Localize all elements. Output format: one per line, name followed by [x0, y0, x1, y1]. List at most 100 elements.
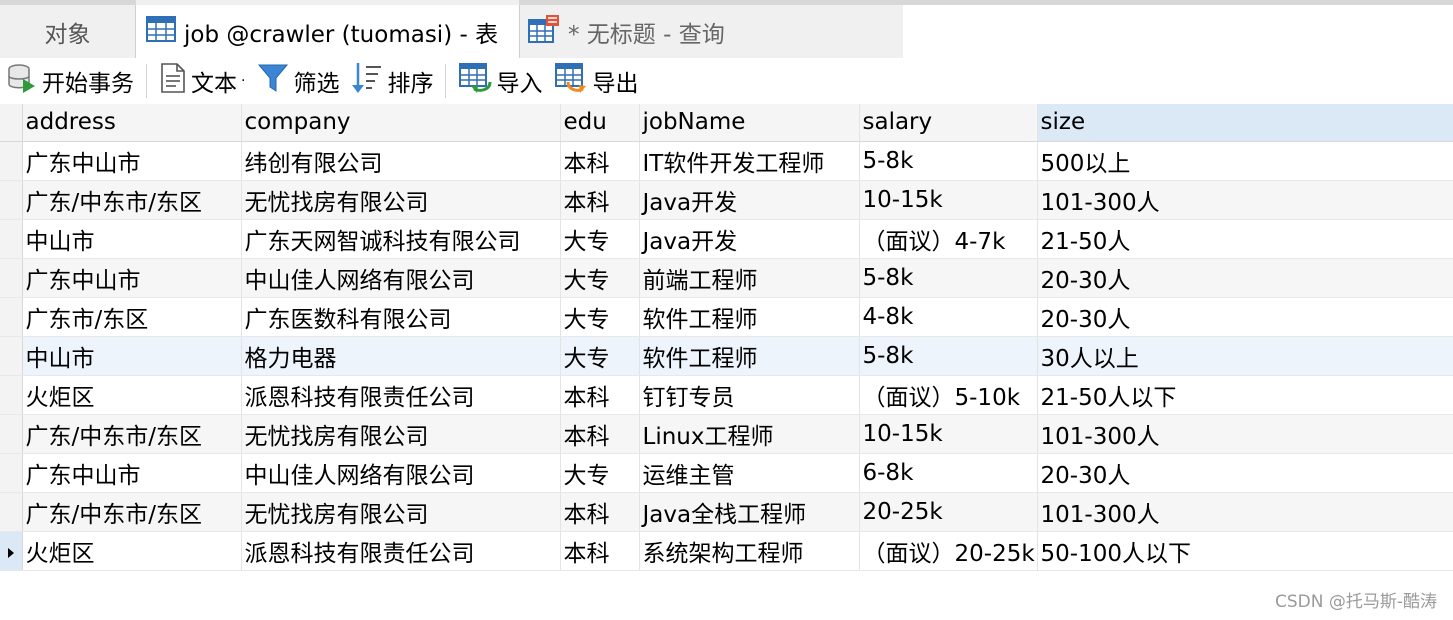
import-button[interactable]: 导入: [452, 58, 548, 104]
tab-objects[interactable]: 对象: [0, 5, 135, 58]
cell-edu[interactable]: 大专: [560, 258, 640, 298]
cell-jobname[interactable]: Linux工程师: [639, 414, 860, 454]
export-button[interactable]: 导出: [548, 58, 644, 104]
cell-address[interactable]: 广东/中东市/东区: [22, 492, 242, 532]
column-header-address[interactable]: address: [22, 104, 242, 142]
row-header[interactable]: [0, 336, 23, 376]
table-row[interactable]: 广东中山市 中山佳人网络有限公司 大专 运维主管 6-8k 20-30人: [0, 453, 1453, 493]
cell-edu[interactable]: 大专: [560, 219, 640, 259]
cell-company[interactable]: 广东医数科有限公司: [241, 297, 561, 337]
cell-salary[interactable]: 10-15k: [859, 414, 1038, 454]
row-header-corner[interactable]: [0, 104, 23, 142]
filter-button[interactable]: 筛选: [251, 58, 345, 104]
cell-edu[interactable]: 大专: [560, 336, 640, 376]
cell-company[interactable]: 中山佳人网络有限公司: [241, 453, 561, 493]
cell-jobname[interactable]: IT软件开发工程师: [639, 141, 860, 181]
cell-size[interactable]: 500以上: [1037, 141, 1453, 181]
row-header[interactable]: [0, 453, 23, 493]
cell-jobname[interactable]: Java开发: [639, 180, 860, 220]
tab-query-untitled[interactable]: * 无标题 - 查询: [520, 5, 903, 58]
cell-jobname[interactable]: 前端工程师: [639, 258, 860, 298]
cell-address[interactable]: 中山市: [22, 219, 242, 259]
cell-jobname[interactable]: 系统架构工程师: [639, 531, 860, 571]
cell-salary[interactable]: 10-15k: [859, 180, 1038, 220]
cell-company[interactable]: 广东天网智诚科技有限公司: [241, 219, 561, 259]
cell-edu[interactable]: 本科: [560, 141, 640, 181]
cell-salary[interactable]: 5-8k: [859, 336, 1038, 376]
cell-salary[interactable]: 5-8k: [859, 258, 1038, 298]
cell-edu[interactable]: 本科: [560, 492, 640, 532]
cell-edu[interactable]: 本科: [560, 375, 640, 415]
row-header[interactable]: [0, 414, 23, 454]
cell-address[interactable]: 火炬区: [22, 531, 242, 571]
table-row-current[interactable]: 火炬区 派恩科技有限责任公司 本科 系统架构工程师 （面议）20-25k 50-…: [0, 531, 1453, 571]
cell-edu[interactable]: 本科: [560, 414, 640, 454]
sort-button[interactable]: 排序: [345, 58, 439, 104]
cell-company[interactable]: 派恩科技有限责任公司: [241, 531, 561, 571]
cell-size[interactable]: 20-30人: [1037, 453, 1453, 493]
column-header-size[interactable]: size: [1037, 104, 1453, 142]
cell-size[interactable]: 21-50人: [1037, 219, 1453, 259]
cell-jobname[interactable]: 软件工程师: [639, 336, 860, 376]
cell-company[interactable]: 无忧找房有限公司: [241, 492, 561, 532]
cell-company[interactable]: 无忧找房有限公司: [241, 180, 561, 220]
row-header[interactable]: [0, 141, 23, 181]
cell-size[interactable]: 101-300人: [1037, 414, 1453, 454]
table-row[interactable]: 广东中山市 纬创有限公司 本科 IT软件开发工程师 5-8k 500以上: [0, 141, 1453, 181]
cell-address[interactable]: 广东中山市: [22, 258, 242, 298]
cell-edu[interactable]: 本科: [560, 531, 640, 571]
cell-size[interactable]: 101-300人: [1037, 180, 1453, 220]
text-button[interactable]: 文本 ·: [153, 58, 251, 104]
dropdown-icon[interactable]: ·: [241, 73, 245, 89]
cell-salary[interactable]: （面议）4-7k: [859, 219, 1038, 259]
cell-jobname[interactable]: 钉钉专员: [639, 375, 860, 415]
cell-company[interactable]: 格力电器: [241, 336, 561, 376]
cell-address[interactable]: 广东中山市: [22, 141, 242, 181]
table-row[interactable]: 火炬区 派恩科技有限责任公司 本科 钉钉专员 （面议）5-10k 21-50人以…: [0, 375, 1453, 415]
cell-salary[interactable]: （面议）5-10k: [859, 375, 1038, 415]
cell-jobname[interactable]: 运维主管: [639, 453, 860, 493]
cell-size[interactable]: 20-30人: [1037, 297, 1453, 337]
row-header[interactable]: [0, 375, 23, 415]
cell-address[interactable]: 广东/中东市/东区: [22, 414, 242, 454]
cell-edu[interactable]: 大专: [560, 297, 640, 337]
cell-salary[interactable]: 5-8k: [859, 141, 1038, 181]
cell-size[interactable]: 30人以上: [1037, 336, 1453, 376]
cell-address[interactable]: 火炬区: [22, 375, 242, 415]
cell-size[interactable]: 20-30人: [1037, 258, 1453, 298]
begin-transaction-button[interactable]: 开始事务: [0, 58, 140, 104]
cell-size[interactable]: 21-50人以下: [1037, 375, 1453, 415]
cell-jobname[interactable]: 软件工程师: [639, 297, 860, 337]
cell-jobname[interactable]: Java全栈工程师: [639, 492, 860, 532]
cell-salary[interactable]: 6-8k: [859, 453, 1038, 493]
cell-size[interactable]: 50-100人以下: [1037, 531, 1453, 571]
table-row[interactable]: 广东/中东市/东区 无忧找房有限公司 本科 Java全栈工程师 20-25k 1…: [0, 492, 1453, 532]
table-row[interactable]: 中山市 广东天网智诚科技有限公司 大专 Java开发 （面议）4-7k 21-5…: [0, 219, 1453, 259]
column-header-company[interactable]: company: [241, 104, 561, 142]
cell-company[interactable]: 纬创有限公司: [241, 141, 561, 181]
cell-salary[interactable]: 20-25k: [859, 492, 1038, 532]
column-header-edu[interactable]: edu: [560, 104, 640, 142]
table-row[interactable]: 中山市 格力电器 大专 软件工程师 5-8k 30人以上: [0, 336, 1453, 376]
cell-salary[interactable]: （面议）20-25k: [859, 531, 1038, 571]
row-header[interactable]: [0, 297, 23, 337]
cell-company[interactable]: 派恩科技有限责任公司: [241, 375, 561, 415]
tab-table-job[interactable]: job @crawler (tuomasi) - 表: [135, 0, 520, 58]
cell-jobname[interactable]: Java开发: [639, 219, 860, 259]
cell-company[interactable]: 中山佳人网络有限公司: [241, 258, 561, 298]
row-header[interactable]: [0, 180, 23, 220]
row-header-current[interactable]: [0, 531, 23, 571]
table-row[interactable]: 广东中山市 中山佳人网络有限公司 大专 前端工程师 5-8k 20-30人: [0, 258, 1453, 298]
cell-address[interactable]: 广东中山市: [22, 453, 242, 493]
table-row[interactable]: 广东市/东区 广东医数科有限公司 大专 软件工程师 4-8k 20-30人: [0, 297, 1453, 337]
row-header[interactable]: [0, 258, 23, 298]
column-header-salary[interactable]: salary: [859, 104, 1038, 142]
row-header[interactable]: [0, 219, 23, 259]
cell-address[interactable]: 广东市/东区: [22, 297, 242, 337]
table-row[interactable]: 广东/中东市/东区 无忧找房有限公司 本科 Java开发 10-15k 101-…: [0, 180, 1453, 220]
column-header-jobname[interactable]: jobName: [639, 104, 860, 142]
table-row[interactable]: 广东/中东市/东区 无忧找房有限公司 本科 Linux工程师 10-15k 10…: [0, 414, 1453, 454]
cell-size[interactable]: 101-300人: [1037, 492, 1453, 532]
cell-company[interactable]: 无忧找房有限公司: [241, 414, 561, 454]
cell-salary[interactable]: 4-8k: [859, 297, 1038, 337]
